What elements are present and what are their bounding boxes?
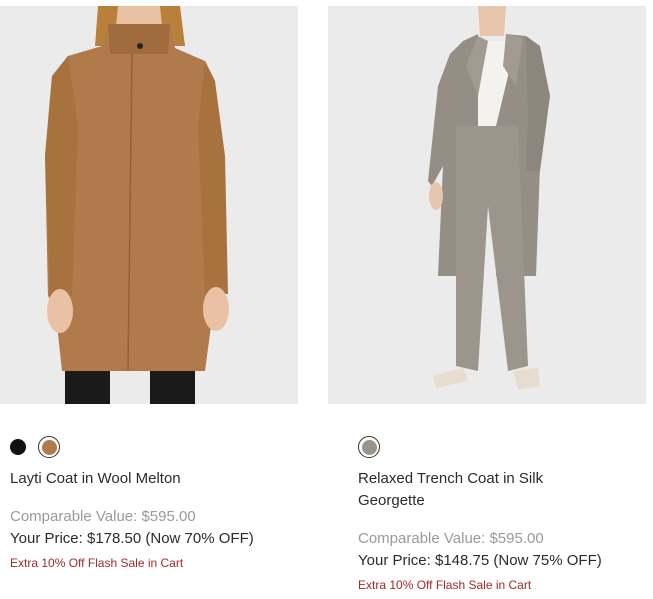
product-image-layti-coat[interactable] [0,6,298,404]
comparable-value: Comparable Value: $595.00 [358,530,544,547]
color-swatches [358,436,380,458]
swatch-camel-selected[interactable] [38,436,60,458]
your-price: Your Price: $178.50 (Now 70% OFF) [10,530,254,547]
promo-text: Extra 10% Off Flash Sale in Cart [358,578,532,592]
swatch-black[interactable] [10,439,26,455]
swatch-taupe-selected[interactable] [358,436,380,458]
product-card-relaxed-trench[interactable]: Relaxed Trench Coat in Silk Georgette Co… [328,6,646,592]
product-card-layti-coat[interactable]: Layti Coat in Wool Melton Comparable Val… [0,6,298,570]
product-name[interactable]: Relaxed Trench Coat in Silk Georgette [358,468,578,512]
promo-text: Extra 10% Off Flash Sale in Cart [10,556,184,570]
product-image-relaxed-trench[interactable] [328,6,646,404]
product-name[interactable]: Layti Coat in Wool Melton [10,468,280,490]
your-price: Your Price: $148.75 (Now 75% OFF) [358,552,602,569]
comparable-value: Comparable Value: $595.00 [10,508,196,525]
color-swatches [10,436,60,458]
